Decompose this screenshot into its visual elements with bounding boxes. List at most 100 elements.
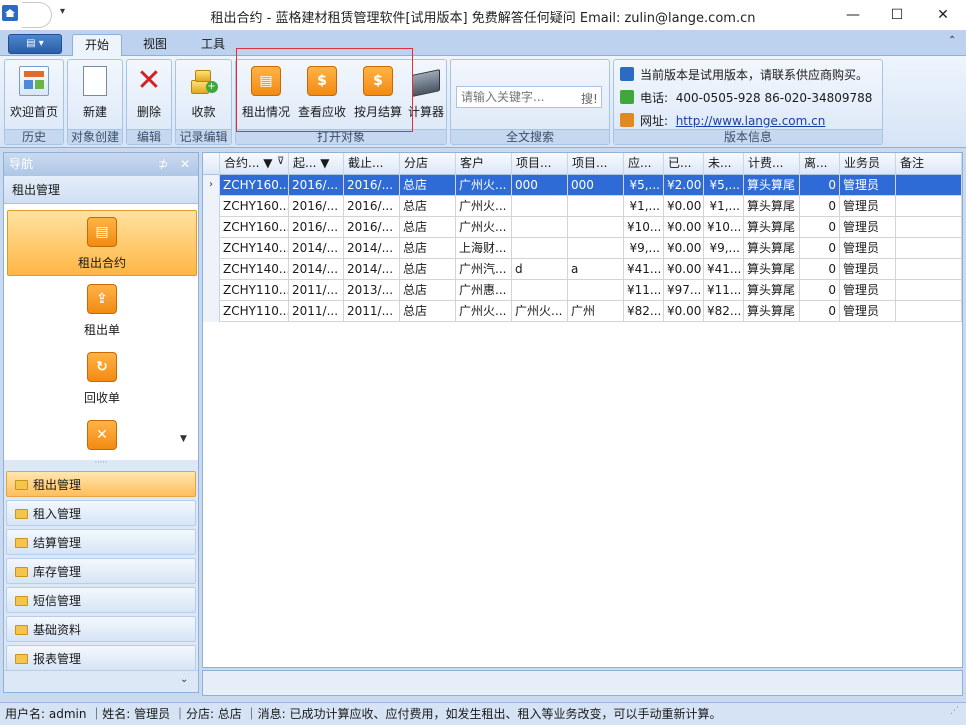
column-header[interactable]: 业务员 <box>840 153 896 175</box>
table-cell[interactable]: 000 <box>512 175 568 196</box>
nav-category-rent-out[interactable]: 租出管理 <box>6 471 196 497</box>
table-row[interactable]: ZCHY140... 2014/... 2014/... 总店 广州汽... d a ¥41.… <box>203 259 962 280</box>
maximize-button[interactable]: ☐ <box>874 0 920 30</box>
table-cell[interactable]: ¥0.00 <box>664 301 704 322</box>
table-cell[interactable]: 0 <box>800 301 840 322</box>
table-row[interactable]: ZCHY110... 2011/... 2011/... 总店 广州火... 广州火...… <box>203 301 962 322</box>
table-cell[interactable] <box>896 280 962 301</box>
table-cell[interactable]: ¥1,... <box>624 196 664 217</box>
nav-category-inventory[interactable]: 库存管理 <box>6 558 196 584</box>
table-cell[interactable]: 广州汽... <box>456 259 512 280</box>
table-cell[interactable]: 算头算尾 <box>744 238 800 259</box>
resize-grip-icon[interactable]: ⋰ <box>950 706 962 720</box>
nav-splitter[interactable]: ····· <box>4 459 198 468</box>
table-cell[interactable]: 算头算尾 <box>744 196 800 217</box>
table-cell[interactable]: 2016/... <box>289 175 344 196</box>
nav-scroll-down-icon[interactable]: ▼ <box>180 434 187 444</box>
table-cell[interactable]: 管理员 <box>840 175 896 196</box>
chevron-down-icon[interactable]: ⌄ <box>180 674 188 685</box>
table-cell[interactable]: 算头算尾 <box>744 259 800 280</box>
table-cell[interactable] <box>896 259 962 280</box>
table-cell[interactable]: ¥41... <box>704 259 744 280</box>
table-cell[interactable]: 2014/... <box>344 259 400 280</box>
table-cell[interactable] <box>568 280 624 301</box>
close-button[interactable]: ✕ <box>920 0 966 30</box>
table-cell[interactable]: d <box>512 259 568 280</box>
table-cell[interactable] <box>568 196 624 217</box>
calculator-button[interactable]: 计算器 <box>406 62 446 128</box>
table-cell[interactable]: ¥41... <box>624 259 664 280</box>
table-row[interactable]: › ZCHY160... 2016/... 2016/... 总店 广州火... 000 00… <box>203 175 962 196</box>
table-cell[interactable] <box>896 175 962 196</box>
table-cell[interactable]: 广州火... <box>456 196 512 217</box>
table-cell[interactable]: 管理员 <box>840 259 896 280</box>
new-button[interactable]: 新建 <box>68 62 122 128</box>
nav-item-cancel[interactable] <box>7 414 197 460</box>
column-header[interactable]: 计费... <box>744 153 800 175</box>
tab-view[interactable]: 视图 <box>132 34 178 56</box>
nav-close-icon[interactable]: ✕ <box>180 153 190 175</box>
nav-category-basic-data[interactable]: 基础资料 <box>6 616 196 642</box>
table-cell[interactable]: ¥0.00 <box>664 238 704 259</box>
table-cell[interactable]: 总店 <box>400 238 456 259</box>
table-cell[interactable]: ¥82... <box>624 301 664 322</box>
tab-tools[interactable]: 工具 <box>190 34 236 56</box>
table-cell[interactable]: ¥97... <box>664 280 704 301</box>
pin-icon[interactable]: ⊅ <box>158 153 168 175</box>
rental-status-button[interactable]: 租出情况 <box>238 62 294 128</box>
table-cell[interactable]: 管理员 <box>840 196 896 217</box>
column-header[interactable]: 离... <box>800 153 840 175</box>
table-cell[interactable] <box>896 196 962 217</box>
app-menu-button[interactable]: ▤ ▾ <box>8 34 62 54</box>
table-cell[interactable]: ¥11... <box>704 280 744 301</box>
search-button[interactable]: 搜! <box>581 90 598 107</box>
table-cell[interactable]: 总店 <box>400 175 456 196</box>
monthly-settlement-button[interactable]: 按月结算 <box>350 62 406 128</box>
table-cell[interactable]: 管理员 <box>840 238 896 259</box>
table-cell[interactable]: 0 <box>800 280 840 301</box>
table-cell[interactable]: 算头算尾 <box>744 175 800 196</box>
delete-button[interactable]: ✕ 删除 <box>127 62 171 128</box>
table-cell[interactable]: 2016/... <box>344 175 400 196</box>
table-cell[interactable]: 总店 <box>400 259 456 280</box>
tab-home[interactable]: 开始 <box>72 34 122 57</box>
column-header[interactable]: 备注 <box>896 153 962 175</box>
table-cell[interactable]: 广州 <box>568 301 624 322</box>
ribbon-collapse-icon[interactable]: ⌃ <box>948 35 956 46</box>
table-cell[interactable]: ¥5,... <box>624 175 664 196</box>
nav-item-rental-contract[interactable]: 租出合约 <box>7 210 197 276</box>
table-cell[interactable] <box>568 217 624 238</box>
table-cell[interactable]: ¥10... <box>704 217 744 238</box>
nav-item-return-order[interactable]: 回收单 <box>7 346 197 412</box>
nav-category-sms[interactable]: 短信管理 <box>6 587 196 613</box>
table-row[interactable]: ZCHY110... 2011/... 2013/... 总店 广州惠... ¥11...… <box>203 280 962 301</box>
table-cell[interactable]: 算头算尾 <box>744 301 800 322</box>
column-header[interactable]: 起... ▼ <box>289 153 344 175</box>
table-cell[interactable]: ¥0.00 <box>664 259 704 280</box>
table-cell[interactable] <box>896 217 962 238</box>
column-header[interactable]: 应... <box>624 153 664 175</box>
table-cell[interactable]: 管理员 <box>840 280 896 301</box>
column-header[interactable]: 截止... <box>344 153 400 175</box>
table-cell[interactable] <box>512 217 568 238</box>
table-cell[interactable]: 管理员 <box>840 217 896 238</box>
table-cell[interactable]: ZCHY110... <box>220 301 289 322</box>
table-cell[interactable]: 总店 <box>400 301 456 322</box>
table-cell[interactable]: 总店 <box>400 280 456 301</box>
row-indicator[interactable] <box>203 259 220 280</box>
table-cell[interactable]: a <box>568 259 624 280</box>
table-cell[interactable]: 2016/... <box>289 196 344 217</box>
nav-category-settlement[interactable]: 结算管理 <box>6 529 196 555</box>
row-indicator[interactable] <box>203 238 220 259</box>
row-indicator[interactable]: › <box>203 175 220 196</box>
table-cell[interactable]: 2011/... <box>344 301 400 322</box>
table-cell[interactable]: ZCHY160... <box>220 196 289 217</box>
table-cell[interactable]: ZCHY140... <box>220 259 289 280</box>
website-link[interactable]: http://www.lange.com.cn <box>676 114 826 128</box>
table-cell[interactable]: 2016/... <box>289 217 344 238</box>
row-indicator[interactable] <box>203 280 220 301</box>
table-cell[interactable]: 2014/... <box>289 259 344 280</box>
table-cell[interactable]: ZCHY110... <box>220 280 289 301</box>
table-cell[interactable]: 算头算尾 <box>744 217 800 238</box>
table-cell[interactable]: 广州火... <box>456 175 512 196</box>
